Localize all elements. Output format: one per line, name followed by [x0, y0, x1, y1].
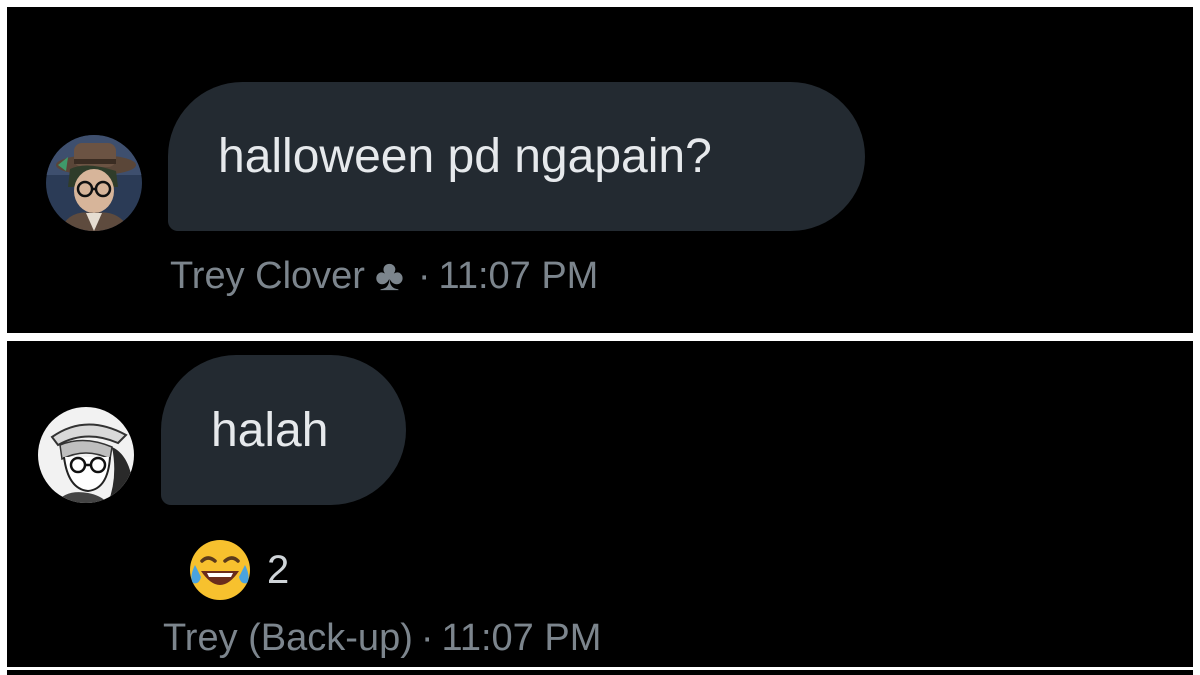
next-panel-edge — [7, 670, 1193, 675]
sketch-glasses-avatar-icon[interactable] — [38, 407, 134, 503]
message-time: 11:07 PM — [438, 254, 599, 297]
reaction-badge[interactable]: 2 — [187, 537, 289, 603]
message-meta: Trey Clover ♣ · 11:07 PM — [170, 254, 598, 298]
sender-name[interactable]: Trey (Back-up) — [163, 617, 413, 660]
tears-of-joy-emoji-icon — [190, 540, 250, 600]
reaction-count: 2 — [267, 547, 290, 592]
message-time: 11:07 PM — [441, 617, 602, 659]
message-panel-2: halah 2 Trey (Back-up) · 11:07 PM — [7, 341, 1193, 667]
meta-separator: · — [420, 617, 434, 659]
club-suit-icon: ♣ — [374, 251, 404, 300]
hatted-glasses-avatar-icon[interactable] — [46, 135, 142, 231]
message-text: halah — [211, 403, 329, 457]
message-bubble[interactable]: halah — [161, 355, 406, 505]
message-panel-1: halloween pd ngapain? Trey Clover ♣ · 11… — [7, 7, 1193, 333]
sender-name[interactable]: Trey Clover — [170, 255, 365, 298]
message-bubble[interactable]: halloween pd ngapain? — [168, 82, 865, 231]
meta-separator: · — [417, 254, 431, 297]
message-text: halloween pd ngapain? — [218, 130, 712, 183]
message-meta: Trey (Back-up) · 11:07 PM — [163, 617, 601, 660]
